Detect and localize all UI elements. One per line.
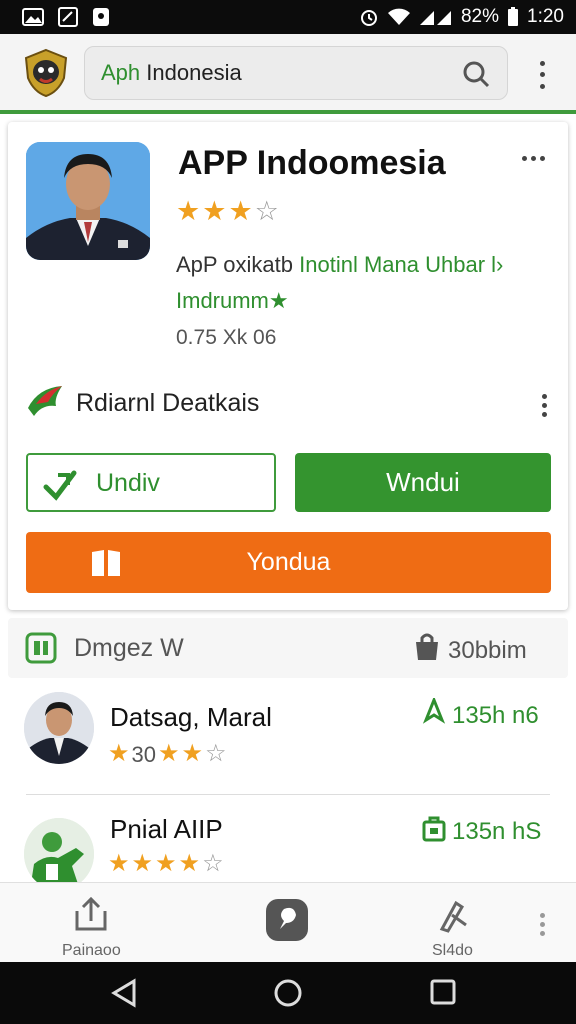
system-navigation-bar <box>0 962 576 1024</box>
item-rating: ★ ★ ★ ★ ☆ <box>108 852 224 876</box>
battery-icon <box>507 7 519 27</box>
app-icon-portrait <box>26 142 150 260</box>
book-icon <box>90 548 122 585</box>
item-meta: 135n hS <box>422 814 541 849</box>
bottom-navigation: Painaoo Sl4do <box>0 882 576 962</box>
star-full-icon: ★ <box>181 740 204 767</box>
related-section: Dmgez W 30bbim Datsag, Maral ★ 30 ★ ★ ☆ <box>8 618 568 890</box>
nav-label: Painaoo <box>62 942 121 959</box>
rating-stars: ★ ★ ★ ☆ <box>176 198 279 225</box>
star-full-icon: ★ <box>202 196 227 226</box>
open-button-label: Yondua <box>246 548 331 576</box>
developer-name: Rdiarnl Deatkais <box>76 389 260 417</box>
home-icon[interactable] <box>273 978 303 1013</box>
more-vert-icon[interactable] <box>532 58 552 92</box>
avatar <box>24 818 94 890</box>
app-grid-icon <box>24 631 58 670</box>
item-name: Datsag, Maral <box>110 702 272 732</box>
star-full-icon: ★ <box>108 850 130 877</box>
item-meta: 135h n6 <box>422 695 539 733</box>
star-empty-icon: ☆ <box>254 196 279 226</box>
app-meta: 0.75 Xk 06 <box>176 326 277 349</box>
rocket-icon <box>422 695 446 733</box>
star-full-icon: ★ <box>228 196 253 226</box>
item-name: Pnial AIIP <box>110 814 223 844</box>
section-header[interactable]: Dmgez W 30bbim <box>8 618 568 678</box>
section-count: 30bbim <box>412 632 527 669</box>
alarm-icon <box>359 7 379 27</box>
clock: 1:20 <box>527 6 564 27</box>
search-box[interactable]: Aph Indonesia <box>84 46 508 100</box>
tools-icon <box>432 895 472 940</box>
app-description-line2: Imdrumm★ <box>176 288 289 313</box>
developer-more-icon[interactable] <box>542 394 547 417</box>
outline-action-button[interactable]: Undiv <box>26 453 276 512</box>
flag-leaf-icon <box>26 384 66 423</box>
garuda-logo[interactable] <box>22 48 70 98</box>
image-notification-icon <box>22 8 44 26</box>
share-icon <box>71 895 111 940</box>
star-empty-icon: ☆ <box>202 850 224 877</box>
open-button[interactable]: Yondua <box>26 532 551 593</box>
star-green-icon: ★ <box>268 288 289 313</box>
nav-item-share[interactable]: Painaoo <box>62 895 121 960</box>
recents-icon[interactable] <box>430 978 456 1011</box>
search-icon[interactable] <box>461 59 491 94</box>
status-bar: 82% 1:20 <box>0 0 576 34</box>
star-full-icon: ★ <box>176 196 201 226</box>
chevron-icon: › <box>496 252 504 277</box>
wifi-icon <box>387 8 411 26</box>
chat-bubble-icon <box>264 897 310 948</box>
app-title: APP Indoomesia <box>178 144 446 182</box>
list-item[interactable]: Datsag, Maral ★ 30 ★ ★ ☆ 135h n6 <box>8 680 568 800</box>
search-query: Aph Indonesia <box>101 60 242 85</box>
developer-row[interactable]: Rdiarnl Deatkais <box>26 384 259 423</box>
nav-item-chat[interactable] <box>264 897 310 948</box>
star-full-icon: ★ <box>108 740 130 767</box>
share-arrow-icon <box>42 467 78 506</box>
item-rating: ★ 30 ★ ★ ☆ <box>108 740 227 768</box>
app-bar: Aph Indonesia <box>0 34 576 114</box>
star-full-icon: ★ <box>131 850 154 877</box>
star-full-icon: ★ <box>155 850 177 877</box>
avatar <box>24 692 94 764</box>
app-notification-icon <box>92 7 110 27</box>
section-title: Dmgez W <box>74 634 184 662</box>
outline-button-label: Undiv <box>96 469 160 497</box>
bag-icon <box>422 814 446 849</box>
screenshot-notification-icon <box>58 7 78 27</box>
back-icon[interactable] <box>110 978 138 1013</box>
nav-label: Sl4do <box>432 942 473 959</box>
app-detail-card: APP Indoomesia ★ ★ ★ ☆ ApP oxikatb Inoti… <box>8 122 568 610</box>
star-empty-icon: ☆ <box>205 740 227 767</box>
more-horiz-icon[interactable] <box>522 156 545 161</box>
install-button[interactable]: Wndui <box>295 453 551 512</box>
nav-more-icon[interactable] <box>540 913 545 936</box>
signal-icon <box>419 8 453 26</box>
battery-percent: 82% <box>460 6 500 27</box>
app-description: ApP oxikatb Inotinl Mana Uhbar l› <box>176 252 504 277</box>
nav-item-settings[interactable]: Sl4do <box>432 895 473 960</box>
bag-icon <box>412 632 442 669</box>
star-full-icon: ★ <box>178 850 201 877</box>
divider <box>26 794 550 795</box>
star-full-icon: ★ <box>158 740 180 767</box>
